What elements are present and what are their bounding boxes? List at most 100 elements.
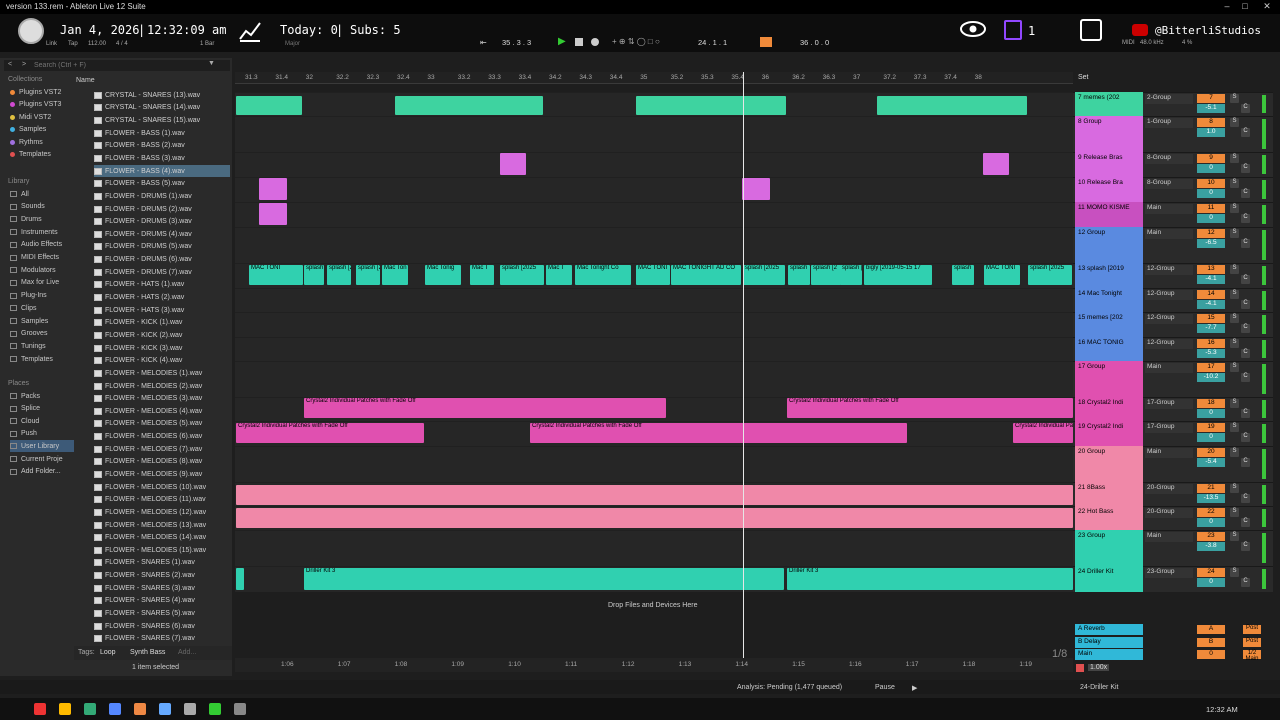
file-row[interactable]: FLOWER - MELODIES (5).wav [94,418,230,431]
arrangement-clip[interactable] [236,96,302,115]
file-row[interactable]: FLOWER - MELODIES (7).wav [94,443,230,456]
collection-item[interactable]: Plugins VST2 [10,86,61,98]
track-output-routing[interactable]: 12-Group [1145,265,1193,275]
track-name[interactable]: 11 MOMO KISME [1075,202,1143,227]
taskbar-app-icon[interactable] [134,703,146,715]
track-output-routing[interactable]: 2-Group [1145,94,1193,104]
zoom-level[interactable]: 1.00x [1088,664,1110,671]
file-row[interactable]: FLOWER - BASS (2).wav [94,140,230,153]
arrangement-clip[interactable] [236,568,244,590]
track-output-routing[interactable]: 12-Group [1145,290,1193,300]
solo-button[interactable]: S [1230,94,1239,103]
arrangement-clip[interactable]: splash [2 [840,265,862,285]
track-lane[interactable] [235,337,1073,361]
file-row[interactable]: FLOWER - DRUMS (7).wav [94,266,230,279]
solo-button[interactable]: S [1230,179,1239,188]
library-item[interactable]: Tunings [10,340,46,352]
file-row[interactable]: FLOWER - BASS (4).wav [94,164,230,178]
track-output-routing[interactable]: 8-Group [1145,179,1193,189]
arrangement-clip[interactable] [395,96,543,115]
taskbar-app-icon[interactable] [34,703,46,715]
arrangement-clip[interactable]: splash [304,265,324,285]
track-name[interactable]: 12 Group [1075,227,1143,263]
file-row[interactable]: FLOWER - SNARES (2).wav [94,569,230,582]
track-output-routing[interactable]: 20-Group [1145,508,1193,518]
file-row[interactable]: FLOWER - MELODIES (3).wav [94,392,230,405]
track-activator[interactable]: 14 [1197,290,1225,299]
file-row[interactable]: FLOWER - SNARES (6).wav [94,620,230,633]
track-volume[interactable]: 0 [1197,433,1225,442]
crossfade-button[interactable]: C [1241,518,1250,527]
play-icon[interactable]: ▶ [558,36,566,47]
track-lane[interactable] [235,361,1073,397]
file-row[interactable]: FLOWER - MELODIES (1).wav [94,367,230,380]
arrangement-clip[interactable] [236,508,1073,528]
arrangement-clip[interactable] [259,203,287,225]
track-activator[interactable]: 7 [1197,94,1225,103]
crossfade-button[interactable]: C [1241,578,1250,587]
arrangement-clip[interactable]: MAC TONI [249,265,303,285]
track-output-routing[interactable]: 20-Group [1145,484,1193,494]
tag-loop[interactable]: Loop [100,649,116,656]
arrangement-clip[interactable]: splash [2 [356,265,380,285]
tag-synth-bass[interactable]: Synth Bass [130,649,165,656]
track-name[interactable]: 10 Release Bra [1075,177,1143,202]
track-activator[interactable]: 20 [1197,448,1225,457]
quantize-field[interactable]: 1 Bar [200,41,214,47]
library-item[interactable]: MIDI Effects [10,252,59,264]
place-item[interactable]: Splice [10,403,40,415]
track-activator[interactable]: 15 [1197,314,1225,323]
playhead[interactable] [743,72,744,672]
return-routing[interactable]: 1/2 Main [1243,650,1261,662]
library-item[interactable]: Plug-Ins [10,290,47,302]
link-button[interactable]: Link [46,41,57,47]
file-row[interactable]: FLOWER - MELODIES (12).wav [94,506,230,519]
close-button[interactable]: ✕ [1258,1,1276,13]
return-activator[interactable]: 0 [1197,650,1225,659]
taskbar-app-icon[interactable] [84,703,96,715]
track-lane[interactable] [235,312,1073,337]
track-activator[interactable]: 8 [1197,118,1225,127]
return-track-name[interactable]: B Delay [1075,636,1143,648]
track-output-routing[interactable]: Main [1145,204,1193,214]
arrangement-clip[interactable]: Crystal2 Individual Patches with Fade Of… [530,423,907,443]
crossfade-button[interactable]: C [1241,373,1250,382]
track-output-routing[interactable]: 23-Group [1145,568,1193,578]
arrangement-clip[interactable]: Mac Tonig [425,265,461,285]
file-row[interactable]: FLOWER - MELODIES (2).wav [94,380,230,393]
file-row[interactable]: CRYSTAL - SNARES (13).wav [94,89,230,102]
tap-button[interactable]: Tap [68,41,78,47]
maximize-button[interactable]: □ [1236,1,1254,13]
track-name[interactable]: 15 memes [202 [1075,312,1143,337]
library-item[interactable]: Instruments [10,226,58,238]
scale-field[interactable]: Major [285,41,300,47]
solo-button[interactable]: S [1230,423,1239,432]
file-row[interactable]: FLOWER - DRUMS (3).wav [94,215,230,228]
file-row[interactable]: CRYSTAL - SNARES (15).wav [94,114,230,127]
solo-button[interactable]: S [1230,314,1239,323]
solo-button[interactable]: S [1230,265,1239,274]
taskbar-app-icon[interactable] [159,703,171,715]
tempo-field[interactable]: 112.00 [88,41,106,47]
track-output-routing[interactable]: Main [1145,229,1193,239]
solo-button[interactable]: S [1230,118,1239,127]
file-row[interactable]: FLOWER - SNARES (1).wav [94,557,230,570]
taskbar-app-icon[interactable] [184,703,196,715]
file-row[interactable]: FLOWER - KICK (3).wav [94,342,230,355]
solo-button[interactable]: S [1230,339,1239,348]
track-name[interactable]: 16 MAC TONIG [1075,337,1143,361]
track-activator[interactable]: 24 [1197,568,1225,577]
loop-start[interactable]: 24 . 1 . 1 [698,38,727,47]
file-row[interactable]: FLOWER - BASS (5).wav [94,177,230,190]
place-item[interactable]: Packs [10,390,40,402]
arrangement-clip[interactable]: Crystal2 Individual Patches with Fade Of… [236,423,424,443]
place-item[interactable]: Add Folder... [10,466,61,478]
track-name[interactable]: 13 splash [2019 [1075,263,1143,288]
arrangement-clip[interactable] [742,178,770,200]
file-row[interactable]: FLOWER - MELODIES (8).wav [94,456,230,469]
track-name[interactable]: 19 Crystal2 Indi [1075,421,1143,446]
track-volume[interactable]: 0 [1197,189,1225,198]
track-output-routing[interactable]: 12-Group [1145,339,1193,349]
arrangement-clip[interactable]: splash [2025 [1028,265,1072,285]
solo-button[interactable]: S [1230,154,1239,163]
